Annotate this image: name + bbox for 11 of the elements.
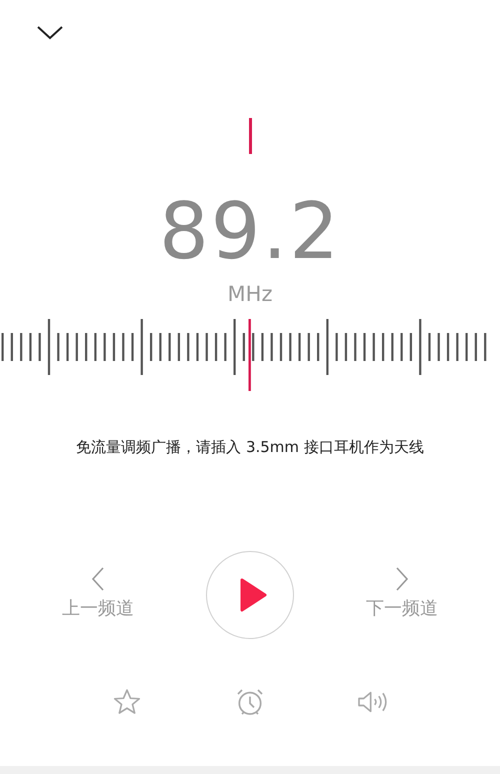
previous-channel-button[interactable]: 上一频道 — [62, 567, 134, 622]
play-button[interactable] — [206, 550, 294, 638]
tuner-marker-icon — [248, 118, 252, 154]
unit-text: MHz — [228, 281, 272, 307]
chevron-left-icon — [91, 567, 105, 591]
hint-text: 免流量调频广播，请插入 3.5mm 接口耳机作为天线 — [76, 437, 424, 458]
play-icon — [239, 578, 267, 612]
star-icon — [112, 686, 142, 716]
next-channel-button[interactable]: 下一频道 — [366, 567, 438, 622]
frequency-text: 89.2 — [159, 192, 341, 272]
chevron-right-icon — [395, 567, 409, 591]
